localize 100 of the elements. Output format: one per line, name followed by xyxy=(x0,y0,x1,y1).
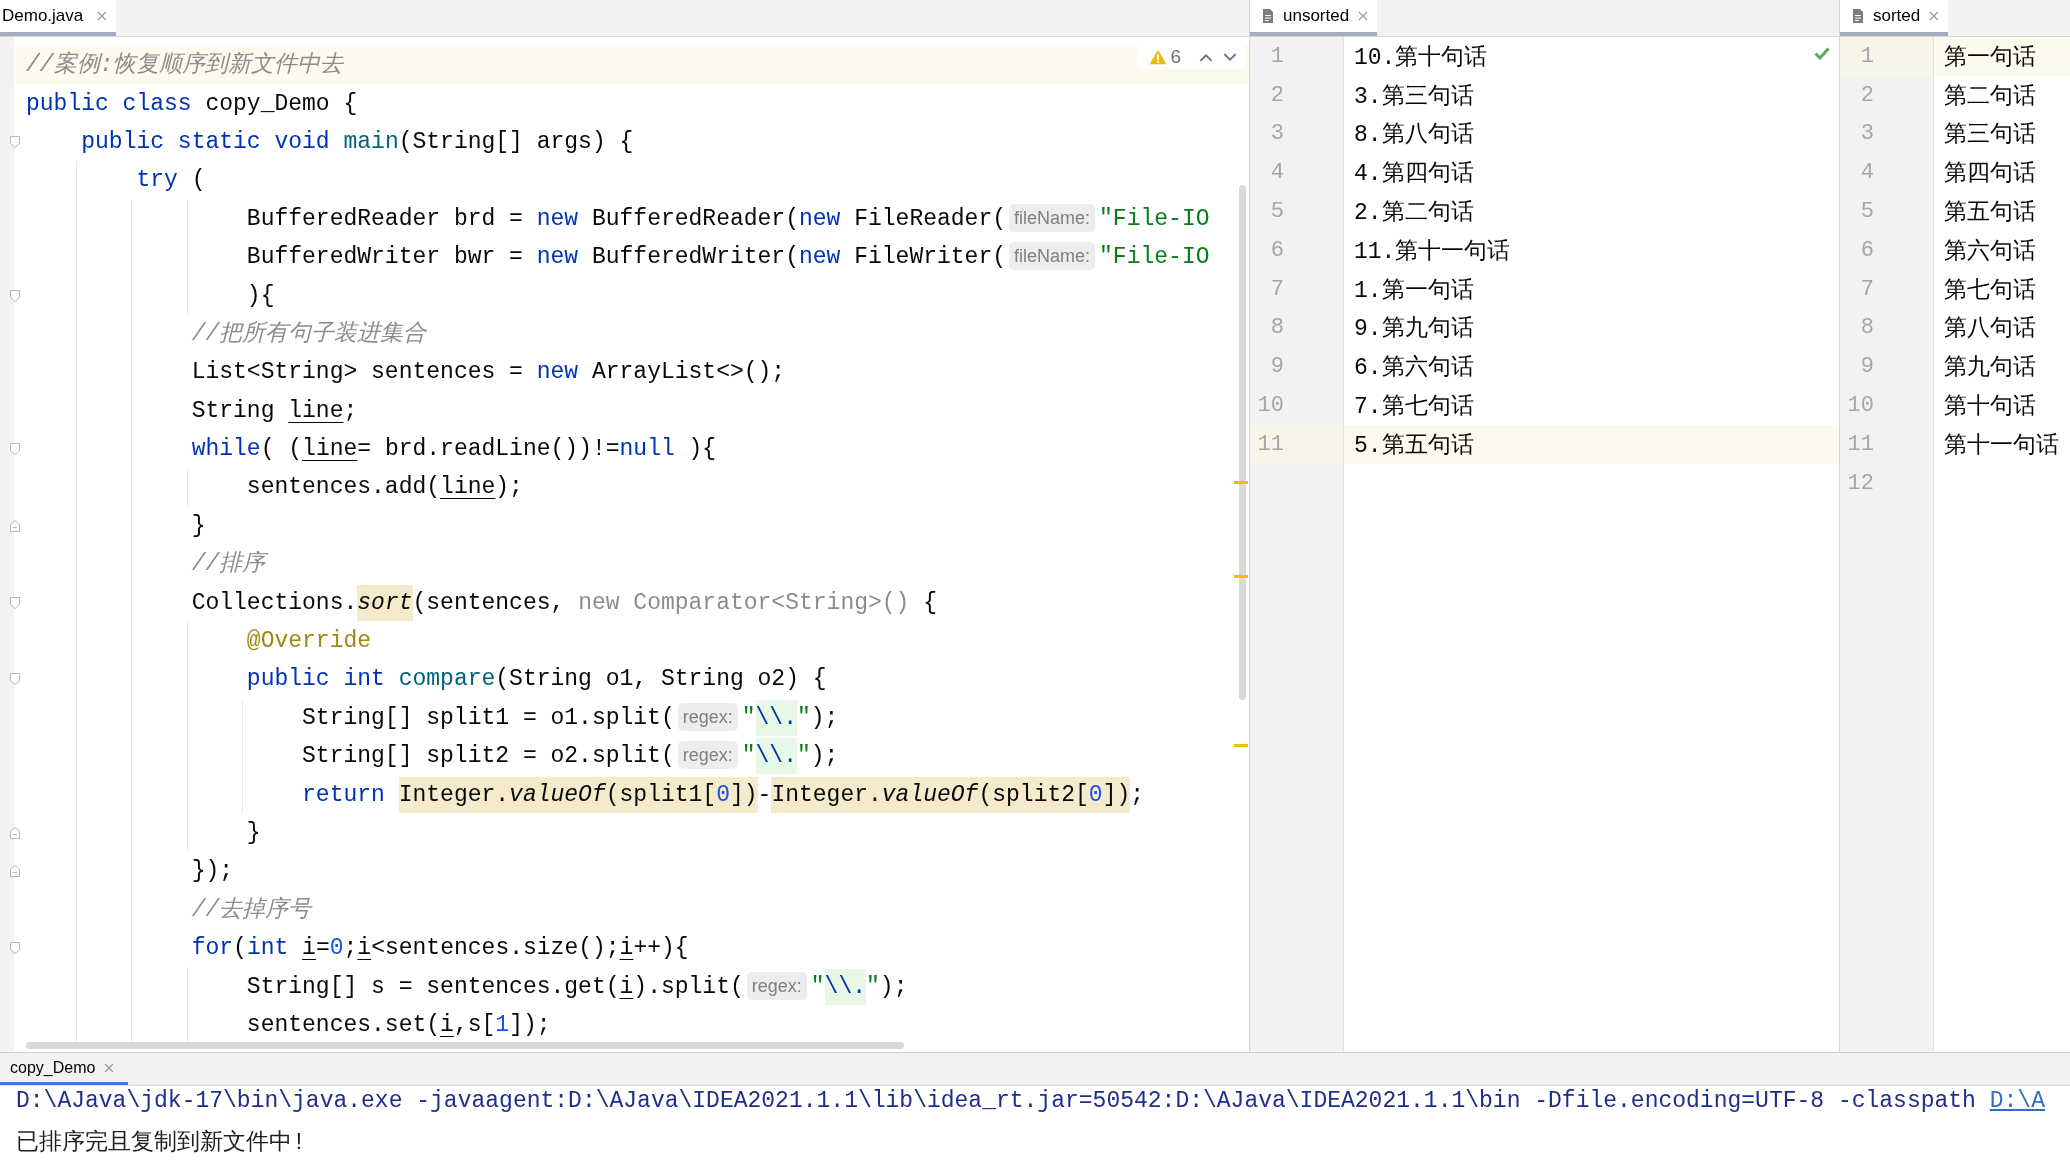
fold-marker-icon[interactable] xyxy=(9,595,21,610)
text-line: 第六句话 xyxy=(1944,237,2036,266)
text-line: 7.第七句话 xyxy=(1354,393,1474,422)
text-line: 第七句话 xyxy=(1944,276,2036,305)
text-line: 第二句话 xyxy=(1944,82,2036,111)
scrollbar-thumb[interactable] xyxy=(26,1042,904,1049)
line-number: 2 xyxy=(1859,82,1874,108)
line-number: 10 xyxy=(1256,393,1284,419)
fold-marker-icon[interactable] xyxy=(9,518,21,533)
code-line: } xyxy=(191,511,206,541)
scrollbar-thumb[interactable] xyxy=(1239,185,1246,700)
line-number: 7 xyxy=(1269,276,1284,302)
text-line: 9.第九句话 xyxy=(1354,315,1474,344)
fold-marker-icon[interactable] xyxy=(9,672,21,687)
code-line: //把所有句子装进集合 xyxy=(191,319,427,349)
line-number: 3 xyxy=(1269,121,1284,147)
close-icon[interactable] xyxy=(1358,11,1369,21)
line-number: 5 xyxy=(1269,199,1284,225)
editor-tab[interactable]: sorted xyxy=(1840,0,1949,36)
close-icon[interactable] xyxy=(1929,11,1940,21)
line-number: 8 xyxy=(1269,315,1284,341)
editor-tab[interactable]: Demo.java xyxy=(0,0,117,36)
code-line: return Integer.valueOf(split1[0])-Integer.valueOf(split2[0]); xyxy=(302,779,1145,810)
line-number: 12 xyxy=(1846,470,1874,496)
fold-marker-icon[interactable] xyxy=(9,864,21,879)
code-line: public class copy_Demo { xyxy=(26,89,358,119)
text-line: 6.第六句话 xyxy=(1354,354,1474,383)
close-icon[interactable] xyxy=(97,11,108,21)
text-line: 3.第三句话 xyxy=(1354,82,1474,111)
line-number: 3 xyxy=(1859,121,1874,147)
check-icon[interactable] xyxy=(1814,47,1830,60)
up-chevron-icon[interactable] xyxy=(1199,52,1213,62)
line-number: 5 xyxy=(1859,199,1874,225)
code-line: String[] s = sentences.get(i).split( regex: "\\."); xyxy=(246,971,908,1002)
console-output: 已排序完且复制到新文件中! xyxy=(16,1130,306,1156)
line-number: 1 xyxy=(1859,43,1874,69)
text-line: 第八句话 xyxy=(1944,315,2036,344)
code-line: Collections.sort(sentences, new Comparator<String>() { xyxy=(191,587,937,618)
text-line: 第三句话 xyxy=(1944,121,2036,150)
code-line: //排序 xyxy=(191,549,266,580)
code-line: @Override xyxy=(246,627,372,657)
down-chevron-icon[interactable] xyxy=(1223,52,1237,62)
line-number: 6 xyxy=(1269,237,1284,263)
line-number: 4 xyxy=(1269,160,1284,186)
warning-icon[interactable] xyxy=(1149,49,1168,65)
editor-tab[interactable]: unsorted xyxy=(1250,0,1378,36)
code-line: BufferedReader brd = new BufferedReader(new FileReader( fileName: "File-IO xyxy=(246,203,1210,234)
line-number: 2 xyxy=(1269,82,1284,108)
line-number: 1 xyxy=(1269,43,1284,69)
line-number: 6 xyxy=(1859,237,1874,263)
fold-marker-icon[interactable] xyxy=(9,134,21,149)
text-line: 第九句话 xyxy=(1944,354,2036,383)
document-icon xyxy=(1852,8,1864,24)
text-line: 2.第二句话 xyxy=(1354,199,1474,228)
console-command: D:\AJava\jdk-17\bin\java.exe -javaagent:D:\AJava\IDEA2021.1.1\lib\idea_rt.jar=50542:D:\AJava\IDEA2021.1.1\bin -Dfile.encoding=UTF-8 -classpath xyxy=(16,1088,1976,1114)
code-line: //案例:恢复顺序到新文件中去 xyxy=(26,50,344,81)
text-line: 第一句话 xyxy=(1944,43,2036,72)
code-line: BufferedWriter bwr = new BufferedWriter(new FileWriter( fileName: "File-IO xyxy=(246,242,1210,273)
code-line: for(int i=0;i<sentences.size();i++){ xyxy=(191,934,689,964)
text-line: 11.第十一句话 xyxy=(1354,237,1511,266)
code-line: public int compare(String o1, String o2) { xyxy=(246,665,827,695)
line-number: 9 xyxy=(1269,354,1284,380)
code-line: List<String> sentences = new ArrayList<>(); xyxy=(191,358,786,388)
text-line: 4.第四句话 xyxy=(1354,160,1474,189)
code-line: } xyxy=(246,819,261,848)
code-line: String[] split2 = o2.split( regex: "\\."); xyxy=(302,741,839,772)
line-number: 9 xyxy=(1859,354,1874,380)
text-line: 第五句话 xyxy=(1944,199,2036,228)
code-line: try ( xyxy=(136,166,206,196)
fold-marker-icon[interactable] xyxy=(9,442,21,457)
text-line: 10.第十句话 xyxy=(1354,43,1488,72)
text-line: 8.第八句话 xyxy=(1354,121,1474,150)
code-line: String line; xyxy=(191,396,358,426)
close-icon[interactable] xyxy=(104,1062,115,1073)
code-line: sentences.set(i,s[1]); xyxy=(246,1010,551,1040)
text-line: 第十一句话 xyxy=(1944,431,2059,460)
document-icon xyxy=(1262,8,1274,24)
code-line: }); xyxy=(191,857,234,887)
line-number: 8 xyxy=(1859,315,1874,341)
line-number: 10 xyxy=(1846,393,1874,419)
line-number: 4 xyxy=(1859,160,1874,186)
text-line: 5.第五句话 xyxy=(1354,431,1474,460)
code-line: sentences.add(line); xyxy=(246,473,523,503)
text-line: 第十句话 xyxy=(1944,393,2036,422)
text-line: 第四句话 xyxy=(1944,160,2036,189)
code-line: ){ xyxy=(246,281,275,311)
code-line: //去掉序号 xyxy=(191,895,312,925)
fold-marker-icon[interactable] xyxy=(9,941,21,956)
text-line: 1.第一句话 xyxy=(1354,276,1474,305)
line-number: 11 xyxy=(1846,431,1874,457)
code-line: public static void main(String[] args) { xyxy=(81,127,634,157)
code-line: String[] split1 = o1.split( regex: "\\."); xyxy=(302,702,839,733)
line-number: 11 xyxy=(1256,431,1284,457)
fold-marker-icon[interactable] xyxy=(9,826,21,840)
console-link[interactable]: D:\A xyxy=(1989,1088,2045,1114)
code-line: while( (line= brd.readLine())!=null ){ xyxy=(191,435,717,465)
run-tab[interactable]: copy_Demo xyxy=(0,1053,129,1085)
warning-count: 6 xyxy=(1170,46,1181,68)
fold-marker-icon[interactable] xyxy=(9,288,21,303)
line-number: 7 xyxy=(1859,276,1874,302)
